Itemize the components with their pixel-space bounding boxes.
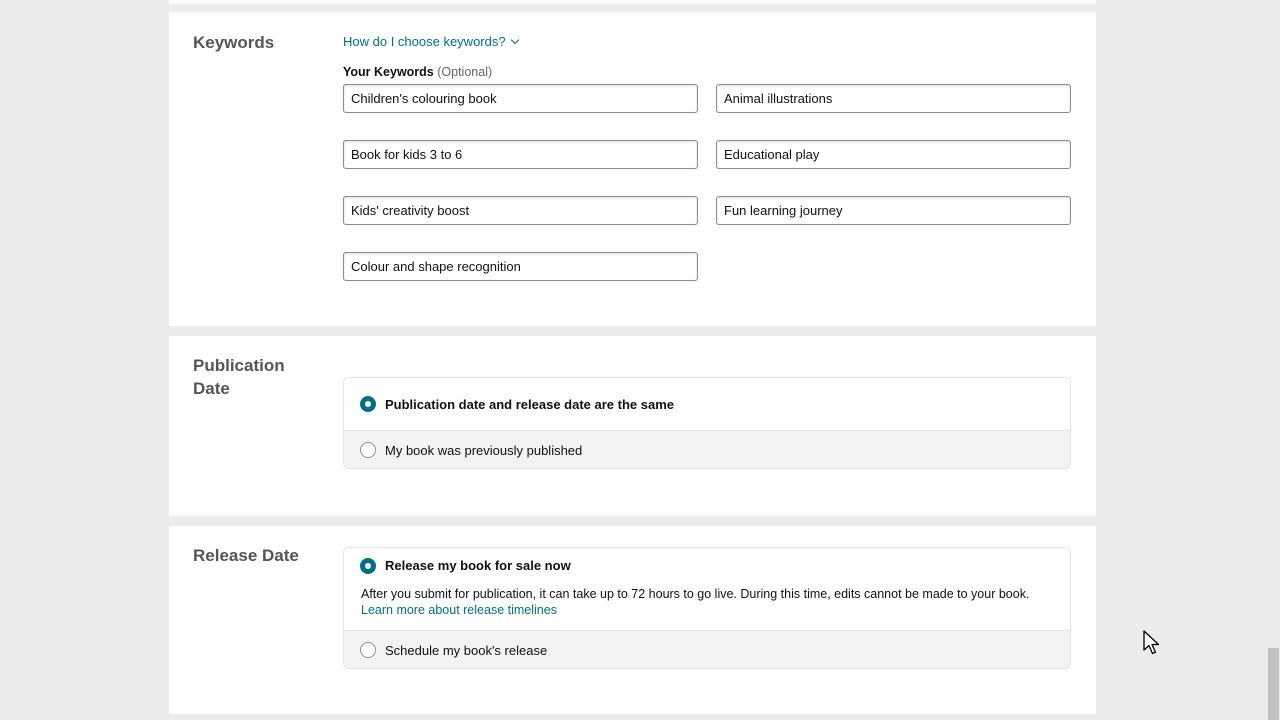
publication-date-options: Publication date and release date are th… xyxy=(343,377,1071,469)
release-date-options: Release my book for sale now After you s… xyxy=(343,547,1071,669)
previous-section-card xyxy=(169,0,1096,4)
learn-more-link[interactable]: Learn more about release timelines xyxy=(361,602,1061,618)
optional-tag: (Optional) xyxy=(437,65,493,79)
chevron-down-icon xyxy=(510,35,519,45)
option-previously-published[interactable]: My book was previously published xyxy=(344,430,1070,468)
option-schedule-release-label: Schedule my book's release xyxy=(385,642,548,658)
keywords-title: Keywords xyxy=(193,33,275,52)
release-date-section: Release Date Release my book for sale no… xyxy=(169,526,1096,714)
radio-selected-icon[interactable] xyxy=(360,558,376,574)
keyword-input-1[interactable] xyxy=(343,84,698,113)
keyword-input-2[interactable] xyxy=(716,84,1071,113)
publication-date-section: Publication Date Publication date and re… xyxy=(169,336,1096,516)
radio-selected-icon[interactable] xyxy=(360,396,376,412)
option-previously-published-label: My book was previously published xyxy=(385,442,583,458)
radio-unselected-icon[interactable] xyxy=(360,642,376,658)
keywords-help-link[interactable]: How do I choose keywords? xyxy=(343,34,519,49)
scrollbar[interactable] xyxy=(1266,0,1280,720)
keywords-help-label: How do I choose keywords? xyxy=(343,34,506,49)
option-release-now[interactable]: Release my book for sale now After you s… xyxy=(344,548,1070,630)
option-release-now-label: Release my book for sale now xyxy=(385,558,571,573)
option-same-date[interactable]: Publication date and release date are th… xyxy=(344,378,1070,430)
release-note-text: After you submit for publication, it can… xyxy=(361,587,1030,601)
keyword-input-3[interactable] xyxy=(343,140,698,169)
page: Keywords How do I choose keywords? Your … xyxy=(0,0,1280,720)
keyword-input-4[interactable] xyxy=(716,140,1071,169)
keyword-input-6[interactable] xyxy=(716,196,1071,225)
publication-date-title: Publication Date xyxy=(193,356,285,398)
release-note: After you submit for publication, it can… xyxy=(361,586,1061,618)
keyword-input-7[interactable] xyxy=(343,252,698,281)
radio-unselected-icon[interactable] xyxy=(360,442,376,458)
mouse-cursor-icon xyxy=(1143,630,1160,655)
option-schedule-release[interactable]: Schedule my book's release xyxy=(344,630,1070,668)
option-same-date-label: Publication date and release date are th… xyxy=(385,396,675,412)
keyword-input-5[interactable] xyxy=(343,196,698,225)
your-keywords-text: Your Keywords xyxy=(343,65,434,79)
your-keywords-label: Your Keywords (Optional) xyxy=(343,65,492,79)
release-date-title: Release Date xyxy=(193,546,299,565)
keywords-section: Keywords How do I choose keywords? Your … xyxy=(169,12,1096,326)
scrollbar-thumb[interactable] xyxy=(1268,648,1279,720)
